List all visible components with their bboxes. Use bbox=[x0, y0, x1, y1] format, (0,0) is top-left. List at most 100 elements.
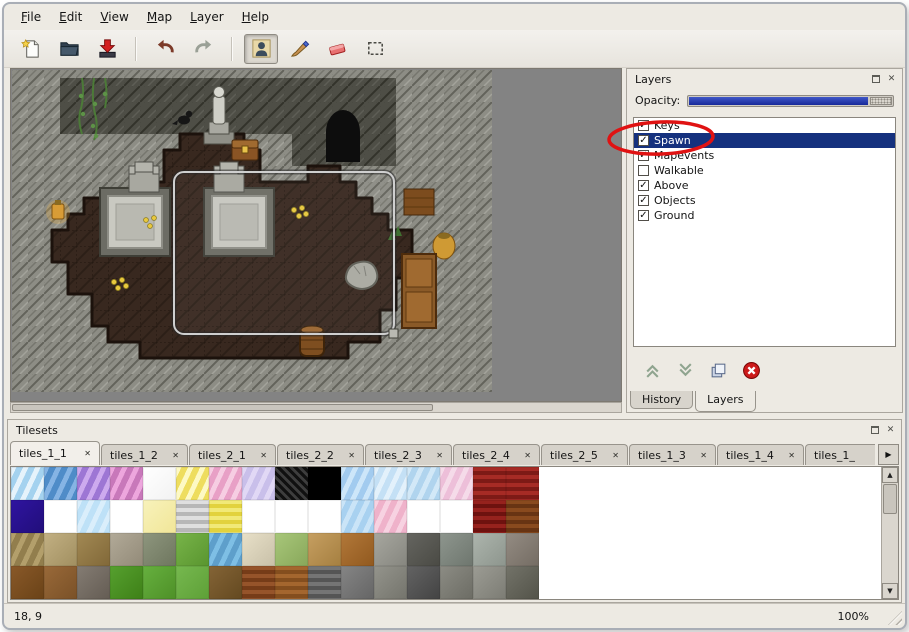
tileset-tab-tiles_2_2[interactable]: tiles_2_2✕ bbox=[277, 444, 364, 465]
selection-rectangle[interactable] bbox=[174, 172, 398, 338]
map-canvas[interactable] bbox=[12, 70, 492, 392]
palette-tile-0-4[interactable] bbox=[143, 467, 176, 500]
tab-close-icon[interactable]: ✕ bbox=[524, 451, 531, 460]
palette-tile-3-15[interactable] bbox=[506, 566, 539, 599]
palette-tile-1-5[interactable] bbox=[176, 500, 209, 533]
stamp-button[interactable] bbox=[244, 34, 278, 64]
palette-tile-0-15[interactable] bbox=[506, 467, 539, 500]
layer-list[interactable]: ✓Keys✓Spawn✓MapeventsWalkable✓Above✓Obje… bbox=[633, 117, 896, 347]
palette-tile-1-11[interactable] bbox=[374, 500, 407, 533]
tab-history[interactable]: History bbox=[630, 391, 693, 409]
layer-checkbox-spawn[interactable]: ✓ bbox=[638, 135, 649, 146]
scroll-thumb[interactable] bbox=[883, 484, 897, 514]
palette-tile-3-8[interactable] bbox=[275, 566, 308, 599]
palette-tile-0-8[interactable] bbox=[275, 467, 308, 500]
palette-tile-1-10[interactable] bbox=[341, 500, 374, 533]
layer-checkbox-keys[interactable]: ✓ bbox=[638, 120, 649, 131]
palette-tile-3-12[interactable] bbox=[407, 566, 440, 599]
tab-close-icon[interactable]: ✕ bbox=[612, 451, 619, 460]
palette-tile-2-5[interactable] bbox=[176, 533, 209, 566]
palette-tile-2-0[interactable] bbox=[11, 533, 44, 566]
palette-tile-2-3[interactable] bbox=[110, 533, 143, 566]
palette-tile-2-10[interactable] bbox=[341, 533, 374, 566]
tab-close-icon[interactable]: ✕ bbox=[260, 451, 267, 460]
delete-button[interactable] bbox=[740, 359, 762, 381]
palette-tile-2-2[interactable] bbox=[77, 533, 110, 566]
palette-tile-1-0[interactable] bbox=[11, 500, 44, 533]
palette-tile-2-13[interactable] bbox=[440, 533, 473, 566]
tab-close-icon[interactable]: ✕ bbox=[84, 449, 91, 458]
tab-close-icon[interactable]: ✕ bbox=[436, 451, 443, 460]
tab-close-icon[interactable]: ✕ bbox=[700, 451, 707, 460]
layer-row-spawn[interactable]: ✓Spawn bbox=[634, 133, 895, 148]
palette-tile-3-13[interactable] bbox=[440, 566, 473, 599]
tab-close-icon[interactable]: ✕ bbox=[348, 451, 355, 460]
palette-tile-1-2[interactable] bbox=[77, 500, 110, 533]
layer-checkbox-mapevents[interactable]: ✓ bbox=[638, 150, 649, 161]
palette-tile-2-15[interactable] bbox=[506, 533, 539, 566]
menu-view[interactable]: View bbox=[91, 6, 137, 28]
palette-tile-3-7[interactable] bbox=[242, 566, 275, 599]
tab-close-icon[interactable]: ✕ bbox=[172, 451, 179, 460]
palette-tile-0-12[interactable] bbox=[407, 467, 440, 500]
palette-tile-3-10[interactable] bbox=[341, 566, 374, 599]
palette-tile-0-0[interactable] bbox=[11, 467, 44, 500]
tileset-tab-tiles_1_1[interactable]: tiles_1_1✕ bbox=[10, 441, 100, 465]
eraser-button[interactable] bbox=[320, 34, 354, 64]
select-button[interactable] bbox=[358, 34, 392, 64]
palette-tile-1-15[interactable] bbox=[506, 500, 539, 533]
palette-tile-1-3[interactable] bbox=[110, 500, 143, 533]
palette-tile-0-14[interactable] bbox=[473, 467, 506, 500]
palette-tile-1-9[interactable] bbox=[308, 500, 341, 533]
palette-tile-0-3[interactable] bbox=[110, 467, 143, 500]
layer-row-objects[interactable]: ✓Objects bbox=[634, 193, 895, 208]
menu-layer[interactable]: Layer bbox=[181, 6, 232, 28]
tileset-tab-tiles_1_2[interactable]: tiles_1_2✕ bbox=[101, 444, 188, 465]
opacity-slider[interactable] bbox=[687, 95, 894, 107]
tileset-tab-tiles_1_3[interactable]: tiles_1_3✕ bbox=[629, 444, 716, 465]
tab-scroll-right-button[interactable]: ▶ bbox=[878, 444, 899, 465]
layer-checkbox-walkable[interactable] bbox=[638, 165, 649, 176]
palette-tile-3-6[interactable] bbox=[209, 566, 242, 599]
selection-resize-handle[interactable] bbox=[389, 329, 398, 338]
palette-tile-0-10[interactable] bbox=[341, 467, 374, 500]
palette-vscrollbar[interactable]: ▲ ▼ bbox=[881, 467, 898, 599]
palette-tile-1-4[interactable] bbox=[143, 500, 176, 533]
layer-row-mapevents[interactable]: ✓Mapevents bbox=[634, 148, 895, 163]
opacity-slider-handle[interactable] bbox=[870, 97, 892, 105]
palette-tile-2-9[interactable] bbox=[308, 533, 341, 566]
menu-edit[interactable]: Edit bbox=[50, 6, 91, 28]
tileset-tab-tiles_2_1[interactable]: tiles_2_1✕ bbox=[189, 444, 276, 465]
palette-tile-0-2[interactable] bbox=[77, 467, 110, 500]
palette-tile-0-9[interactable] bbox=[308, 467, 341, 500]
new-file-button[interactable] bbox=[14, 34, 48, 64]
palette-tile-3-2[interactable] bbox=[77, 566, 110, 599]
palette-tile-1-1[interactable] bbox=[44, 500, 77, 533]
move-down-button[interactable] bbox=[674, 359, 696, 381]
palette-tile-1-7[interactable] bbox=[242, 500, 275, 533]
palette-tile-2-11[interactable] bbox=[374, 533, 407, 566]
scroll-up-button[interactable]: ▲ bbox=[882, 467, 898, 483]
tileset-tab-tiles_1_[interactable]: tiles_1_✕ bbox=[805, 444, 875, 465]
palette-tile-2-7[interactable] bbox=[242, 533, 275, 566]
palette-tile-0-11[interactable] bbox=[374, 467, 407, 500]
layer-checkbox-ground[interactable]: ✓ bbox=[638, 210, 649, 221]
palette-tile-3-9[interactable] bbox=[308, 566, 341, 599]
palette-tile-3-5[interactable] bbox=[176, 566, 209, 599]
palette-tile-1-12[interactable] bbox=[407, 500, 440, 533]
palette-tile-1-6[interactable] bbox=[209, 500, 242, 533]
palette-tile-2-14[interactable] bbox=[473, 533, 506, 566]
panel-float-button[interactable] bbox=[868, 424, 881, 437]
layer-row-keys[interactable]: ✓Keys bbox=[634, 118, 895, 133]
panel-close-button[interactable]: ✕ bbox=[885, 73, 898, 86]
open-button[interactable] bbox=[52, 34, 86, 64]
palette-tile-2-4[interactable] bbox=[143, 533, 176, 566]
tab-close-icon[interactable]: ✕ bbox=[788, 451, 795, 460]
map-canvas-area[interactable] bbox=[10, 68, 622, 402]
save-button[interactable] bbox=[90, 34, 124, 64]
palette-tile-0-6[interactable] bbox=[209, 467, 242, 500]
palette-tile-0-5[interactable] bbox=[176, 467, 209, 500]
panel-float-button[interactable] bbox=[869, 73, 882, 86]
palette-tile-0-7[interactable] bbox=[242, 467, 275, 500]
layer-checkbox-above[interactable]: ✓ bbox=[638, 180, 649, 191]
